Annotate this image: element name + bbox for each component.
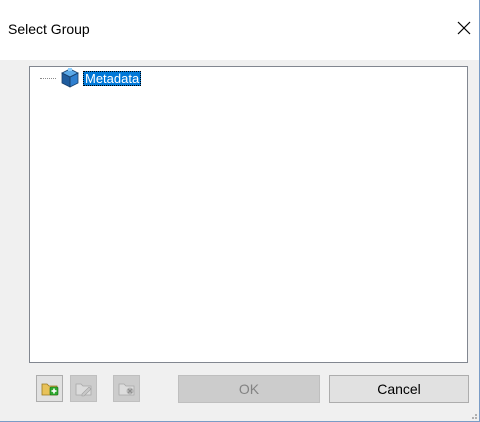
ok-button[interactable]: OK	[178, 375, 320, 403]
tree-node-metadata[interactable]: Metadata	[40, 68, 142, 88]
edit-group-button[interactable]	[70, 375, 97, 402]
edit-folder-icon	[75, 383, 91, 396]
add-group-button[interactable]	[36, 375, 63, 402]
close-button[interactable]	[450, 14, 478, 42]
tree-node-label[interactable]: Metadata	[83, 70, 142, 86]
metadata-group-icon	[61, 68, 79, 88]
add-folder-icon	[41, 383, 58, 395]
resize-grip-icon[interactable]	[468, 410, 478, 420]
delete-group-button[interactable]	[113, 375, 140, 402]
dialog-title: Select Group	[8, 21, 90, 37]
delete-folder-icon	[118, 383, 134, 395]
close-icon	[457, 21, 471, 35]
group-tree[interactable]: Metadata	[29, 66, 468, 363]
title-bar[interactable]: Select Group	[0, 0, 479, 60]
select-group-dialog: Select Group Metadata OK Cancel	[0, 0, 480, 422]
cancel-button[interactable]: Cancel	[329, 375, 469, 403]
tree-connector	[40, 77, 56, 79]
